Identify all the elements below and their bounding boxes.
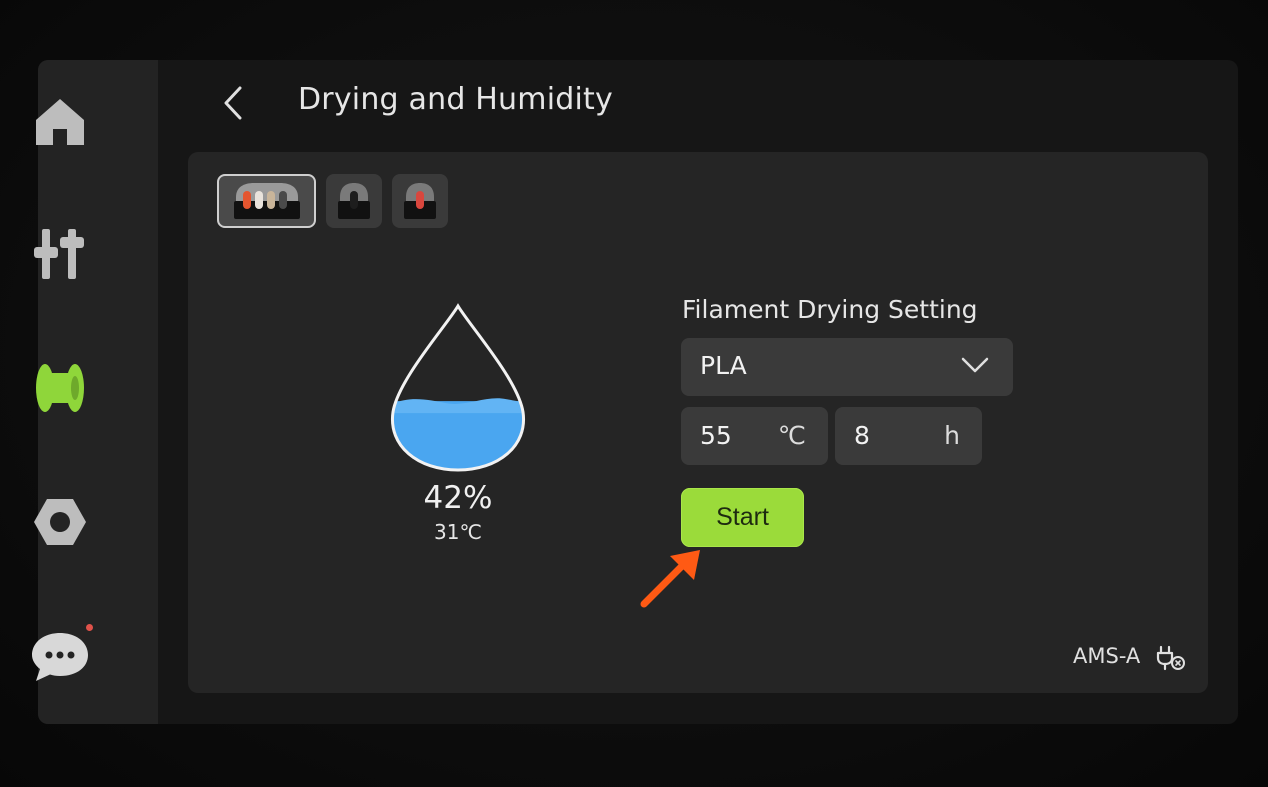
humidity-percent: 42% (423, 480, 493, 516)
back-button[interactable] (208, 78, 258, 128)
sliders-icon (34, 229, 84, 279)
sidebar-item-messages[interactable] (0, 606, 120, 706)
power-plug-icon (1156, 645, 1185, 671)
temperature-unit: ℃ (777, 421, 806, 450)
single-tray-icon (404, 183, 436, 219)
tray-tab-2[interactable] (326, 174, 382, 228)
chat-bubble-icon (32, 633, 88, 681)
chevron-down-icon (961, 357, 989, 373)
device-label: AMS-A (1073, 644, 1141, 668)
tray-tab-ams-a[interactable] (217, 174, 316, 228)
home-icon (36, 99, 84, 145)
material-select[interactable]: PLA (681, 338, 1013, 396)
duration-value: 8 (854, 421, 870, 450)
sidebar-item-controls[interactable] (0, 204, 120, 304)
spool-icon (36, 364, 84, 412)
hex-nut-icon (34, 499, 86, 545)
start-button[interactable]: Start (681, 488, 804, 547)
material-select-value: PLA (700, 351, 747, 380)
tray-tab-3[interactable] (392, 174, 448, 228)
duration-field[interactable]: 8 h (835, 407, 982, 465)
humidity-temperature: 31℃ (434, 520, 482, 544)
ams-tray-icon (233, 183, 300, 219)
chevron-left-icon (224, 86, 242, 120)
drying-setting-label: Filament Drying Setting (682, 295, 978, 324)
page-title: Drying and Humidity (298, 82, 613, 117)
temperature-field[interactable]: 55 ℃ (681, 407, 828, 465)
sidebar-item-settings[interactable] (0, 472, 120, 572)
single-tray-icon (338, 183, 370, 219)
notification-dot (86, 624, 93, 631)
annotation-arrow-icon (640, 550, 700, 608)
humidity-drop-icon (390, 303, 526, 472)
sidebar-item-home[interactable] (0, 72, 120, 172)
sidebar-item-filament[interactable] (0, 338, 120, 438)
duration-unit: h (944, 421, 960, 450)
temperature-value: 55 (700, 421, 732, 450)
